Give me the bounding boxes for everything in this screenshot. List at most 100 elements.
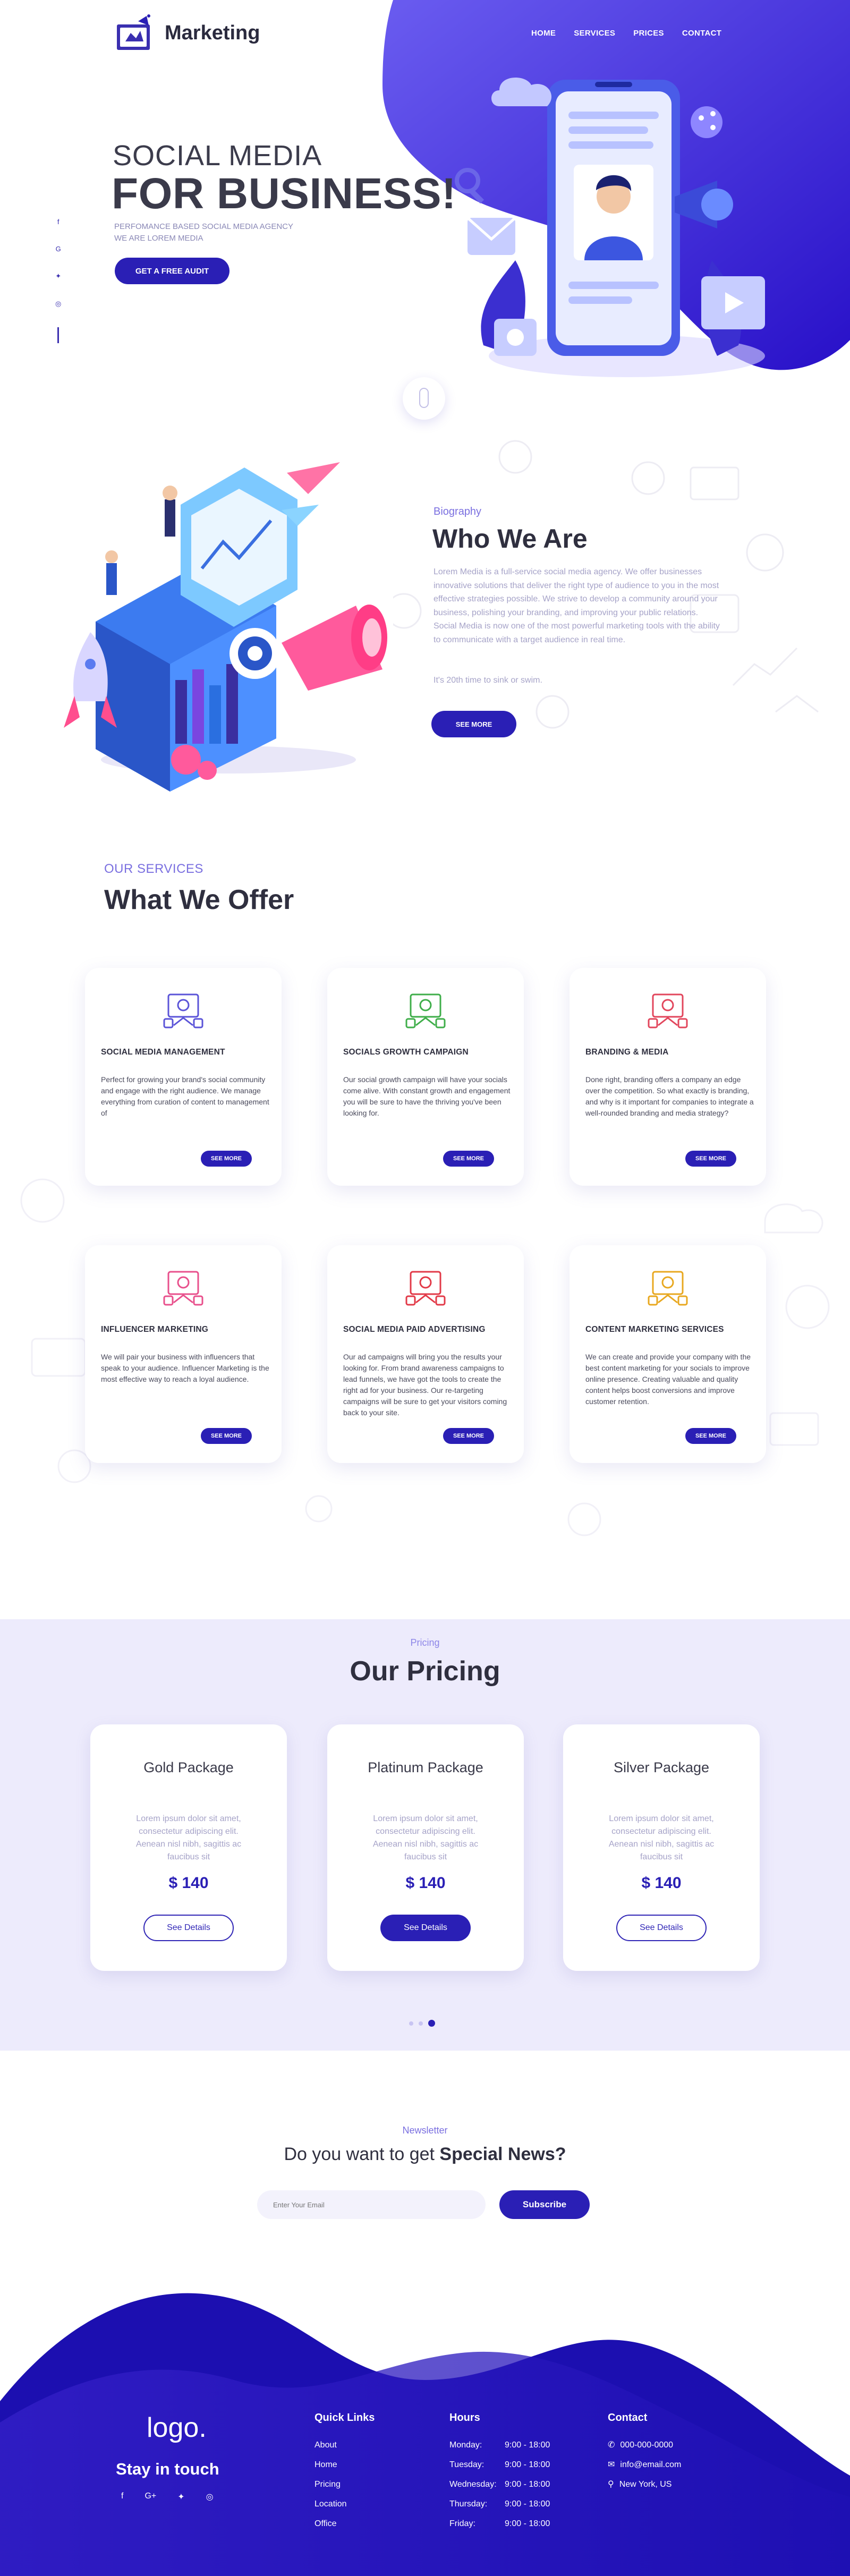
- newsletter-email-input[interactable]: [257, 2190, 486, 2219]
- footer-stay-in-touch: Stay in touch: [116, 2460, 219, 2478]
- facebook-icon[interactable]: f: [121, 2492, 123, 2502]
- service-title: SOCIAL MEDIA PAID ADVERTISING: [343, 1325, 486, 1334]
- services-title: What We Offer: [104, 885, 294, 915]
- facebook-icon[interactable]: f: [57, 218, 60, 226]
- service-card: SOCIAL MEDIA MANAGEMENT Perfect for growi…: [85, 968, 282, 1186]
- service-see-more-button[interactable]: SEE MORE: [201, 1428, 252, 1444]
- free-audit-button[interactable]: GET A FREE AUDIT: [115, 258, 230, 284]
- twitter-icon[interactable]: ✦: [177, 2492, 184, 2502]
- hero-title-line1: SOCIAL MEDIA: [113, 140, 322, 172]
- about-text: Lorem Media is a full-service social med…: [434, 567, 720, 644]
- service-title: SOCIAL MEDIA MANAGEMENT: [101, 1048, 225, 1057]
- instagram-icon[interactable]: ◎: [55, 300, 61, 308]
- footer-logo[interactable]: logo.: [147, 2412, 207, 2444]
- brand-name: Marketing: [165, 21, 260, 44]
- newsletter-title-prefix: Do you want to get: [284, 2144, 440, 2164]
- footer-link-office[interactable]: Office: [314, 2514, 347, 2534]
- carousel-dot-2[interactable]: [419, 2021, 423, 2026]
- service-card: SOCIALS GROWTH CAMPAIGN Our social growth…: [327, 968, 524, 1186]
- hours-heading: Hours: [449, 2412, 480, 2424]
- service-description: Perfect for growing your brand's social …: [101, 1075, 269, 1117]
- service-card: BRANDING & MEDIA Done right, branding off…: [570, 968, 766, 1186]
- subscribe-button[interactable]: Subscribe: [499, 2190, 590, 2219]
- footer-wave-background: [0, 2293, 850, 2576]
- scroll-down-indicator[interactable]: [403, 377, 445, 420]
- contact-email[interactable]: ✉ info@email.com: [608, 2455, 681, 2475]
- carousel-dot-3-active[interactable]: [428, 2020, 435, 2027]
- isometric-marketing-illustration: [64, 462, 387, 792]
- main-nav: HOME SERVICES PRICES CONTACT: [531, 29, 721, 38]
- phone-icon: ✆: [608, 2441, 615, 2450]
- newsletter-kicker: Newsletter: [402, 2125, 448, 2136]
- footer-link-pricing[interactable]: Pricing: [314, 2475, 347, 2494]
- plan-price: $ 140: [168, 1874, 209, 1892]
- plan-name: Gold Package: [143, 1759, 234, 1775]
- branding-media-icon: [648, 993, 688, 1028]
- about-tagline: It's 20th time to sink or swim.: [434, 676, 542, 685]
- service-card: CONTENT MARKETING SERVICES We can create …: [570, 1245, 766, 1463]
- about-kicker: Biography: [434, 506, 482, 517]
- see-details-button[interactable]: See Details: [616, 1915, 707, 1941]
- about-see-more-button[interactable]: SEE MORE: [431, 711, 516, 737]
- footer-link-home[interactable]: Home: [314, 2455, 347, 2475]
- social-sidebar: f G ✦ ◎: [55, 218, 61, 343]
- hours-row: Tuesday: 9:00 - 18:00: [449, 2455, 550, 2475]
- carousel-dot-1[interactable]: [409, 2021, 413, 2026]
- paid-advertising-icon: [405, 1271, 446, 1306]
- hero-subtitle-line2: WE ARE LOREM MEDIA: [114, 234, 203, 243]
- nav-home[interactable]: HOME: [531, 29, 556, 38]
- service-description: We will pair your business with influenc…: [101, 1353, 269, 1383]
- plan-price: $ 140: [641, 1874, 682, 1892]
- hours-day: Friday:: [449, 2519, 475, 2528]
- hours-row: Monday: 9:00 - 18:00: [449, 2435, 550, 2455]
- footer-social-links: f G+ ✦ ◎: [121, 2492, 214, 2502]
- see-details-button[interactable]: See Details: [380, 1915, 471, 1941]
- service-see-more-button[interactable]: SEE MORE: [685, 1428, 736, 1444]
- location-pin-icon: ⚲: [608, 2480, 614, 2489]
- quick-links-heading: Quick Links: [314, 2412, 375, 2424]
- contact-list: ✆ 000-000-0000 ✉ info@email.com ⚲ New York,…: [608, 2435, 681, 2494]
- service-see-more-button[interactable]: SEE MORE: [443, 1151, 494, 1167]
- nav-services[interactable]: SERVICES: [574, 29, 615, 38]
- contact-heading: Contact: [608, 2412, 648, 2424]
- pricing-card-platinum: Platinum Package Lorem ipsum dolor sit a…: [327, 1724, 524, 1971]
- hours-row: Friday: 9:00 - 18:00: [449, 2514, 550, 2534]
- see-details-button[interactable]: See Details: [143, 1915, 234, 1941]
- contact-email-value: info@email.com: [620, 2460, 682, 2469]
- mouse-icon: [419, 388, 429, 408]
- hours-row: Wednesday: 9:00 - 18:00: [449, 2475, 550, 2494]
- google-icon[interactable]: G: [56, 245, 61, 253]
- hero-subtitle-line1: PERFOMANCE BASED SOCIAL MEDIA AGENCY: [114, 222, 294, 231]
- influencer-icon: [163, 1271, 203, 1306]
- pricing-title: Our Pricing: [350, 1656, 500, 1687]
- quick-links-list: About Home Pricing Location Office: [314, 2435, 347, 2534]
- content-marketing-icon: [648, 1271, 688, 1306]
- nav-prices[interactable]: PRICES: [633, 29, 664, 38]
- megaphone-logo-icon: [117, 14, 150, 50]
- service-title: BRANDING & MEDIA: [585, 1048, 669, 1057]
- contact-phone[interactable]: ✆ 000-000-0000: [608, 2435, 681, 2455]
- pricing-card-silver: Silver Package Lorem ipsum dolor sit ame…: [563, 1724, 760, 1971]
- google-icon[interactable]: G+: [144, 2492, 156, 2502]
- service-description: Done right, branding offers a company an…: [585, 1075, 754, 1117]
- instagram-icon[interactable]: ◎: [206, 2492, 214, 2502]
- hours-time: 9:00 - 18:00: [505, 2480, 550, 2489]
- footer-link-about[interactable]: About: [314, 2435, 347, 2455]
- twitter-icon[interactable]: ✦: [55, 272, 61, 280]
- pricing-card-gold: Gold Package Lorem ipsum dolor sit amet,…: [90, 1724, 287, 1971]
- about-title: Who We Are: [432, 524, 588, 554]
- footer-link-location[interactable]: Location: [314, 2494, 347, 2514]
- hours-day: Thursday:: [449, 2500, 488, 2509]
- service-see-more-button[interactable]: SEE MORE: [201, 1151, 252, 1167]
- plan-name: Silver Package: [613, 1759, 710, 1775]
- nav-contact[interactable]: CONTACT: [682, 29, 721, 38]
- service-see-more-button[interactable]: SEE MORE: [443, 1428, 494, 1444]
- brand-logo[interactable]: Marketing: [115, 12, 260, 54]
- mail-icon: ✉: [608, 2460, 615, 2469]
- hours-row: Thursday: 9:00 - 18:00: [449, 2494, 550, 2514]
- service-see-more-button[interactable]: SEE MORE: [685, 1151, 736, 1167]
- services-kicker: OUR SERVICES: [104, 862, 203, 876]
- hero-subtitle: PERFOMANCE BASED SOCIAL MEDIA AGENCY WE …: [114, 221, 316, 244]
- service-title: SOCIALS GROWTH CAMPAIGN: [343, 1048, 469, 1057]
- contact-phone-value: 000-000-0000: [620, 2441, 674, 2450]
